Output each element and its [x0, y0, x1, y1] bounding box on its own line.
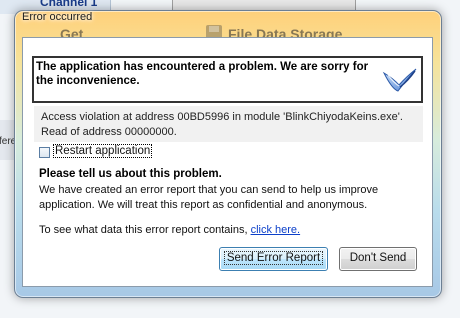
- bg-tab-label: Channel 1: [40, 0, 98, 9]
- click-here-link[interactable]: click here.: [251, 224, 301, 236]
- restart-label[interactable]: Restart application: [52, 144, 153, 158]
- report-description: We have created an error report that you…: [39, 184, 379, 211]
- header-message: The application has encountered a proble…: [36, 61, 369, 87]
- dont-send-button[interactable]: Don't Send: [339, 247, 417, 271]
- madexcept-logo-icon: [382, 68, 417, 92]
- send-error-report-label: Send Error Report: [223, 251, 324, 265]
- tell-us-heading: Please tell us about this problem.: [39, 168, 222, 180]
- send-error-report-button[interactable]: Send Error Report: [219, 247, 328, 271]
- see-data-text: To see what data this error report conta…: [39, 224, 248, 236]
- dont-send-label: Don't Send: [349, 252, 407, 264]
- restart-checkbox[interactable]: [39, 147, 50, 158]
- error-details: Access violation at address 00BD5996 in …: [41, 111, 403, 138]
- see-data-line: To see what data this error report conta…: [39, 224, 300, 236]
- dialog-title: Error occurred: [22, 11, 93, 23]
